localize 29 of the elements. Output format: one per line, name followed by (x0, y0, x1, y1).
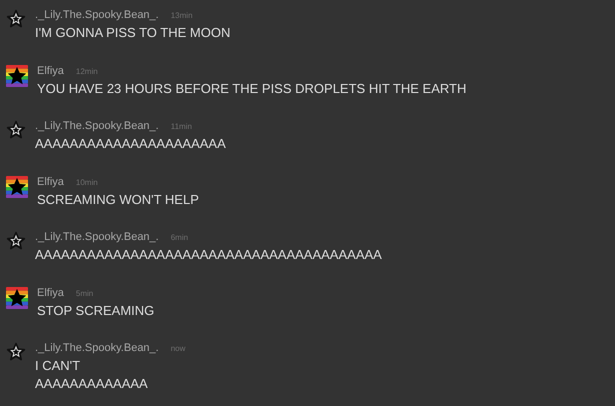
message-time: 10min (76, 176, 98, 188)
star-icon (6, 342, 26, 362)
message-text: STOP SCREAMING (37, 302, 154, 320)
avatar-icon (6, 64, 28, 86)
author-name[interactable]: ._Lily.The.Spooky.Bean_. (35, 340, 159, 356)
message-text: YOU HAVE 23 HOURS BEFORE THE PISS DROPLETS HIT THE EARTH (37, 80, 466, 98)
avatar-icon (6, 176, 28, 198)
star-icon (6, 9, 26, 29)
star-icon (6, 231, 26, 251)
star-icon (6, 120, 26, 140)
message-time: 12min (76, 66, 98, 78)
message-text: I CAN'T (35, 357, 82, 375)
message-time: 5min (76, 288, 94, 300)
author-name[interactable]: Elfiya (37, 174, 64, 190)
message-text: SCREAMING WON'T HELP (37, 190, 199, 208)
author-name[interactable]: ._Lily.The.Spooky.Bean_. (35, 7, 159, 24)
author-name[interactable]: ._Lily.The.Spooky.Bean_. (35, 229, 159, 246)
message-text: AAAAAAAAAAAAAAAAAAAAAAAAAAAAAAAAAAAAAAAA (35, 246, 382, 264)
author-name[interactable]: Elfiya (37, 62, 64, 79)
message-text: AAAAAAAAAAAAAAAAAAAAAA (35, 135, 226, 153)
message-time: 13min (170, 10, 193, 22)
author-name[interactable]: Elfiya (37, 284, 64, 301)
avatar-icon (6, 286, 28, 308)
message-text: AAAAAAAAAAAAA (35, 375, 149, 393)
author-name[interactable]: ._Lily.The.Spooky.Bean_. (35, 118, 159, 134)
message-time: 11min (170, 121, 192, 133)
message-time: now (170, 343, 186, 355)
message-time: 6min (170, 232, 188, 244)
message-text: I'M GONNA PISS TO THE MOON (35, 24, 230, 42)
